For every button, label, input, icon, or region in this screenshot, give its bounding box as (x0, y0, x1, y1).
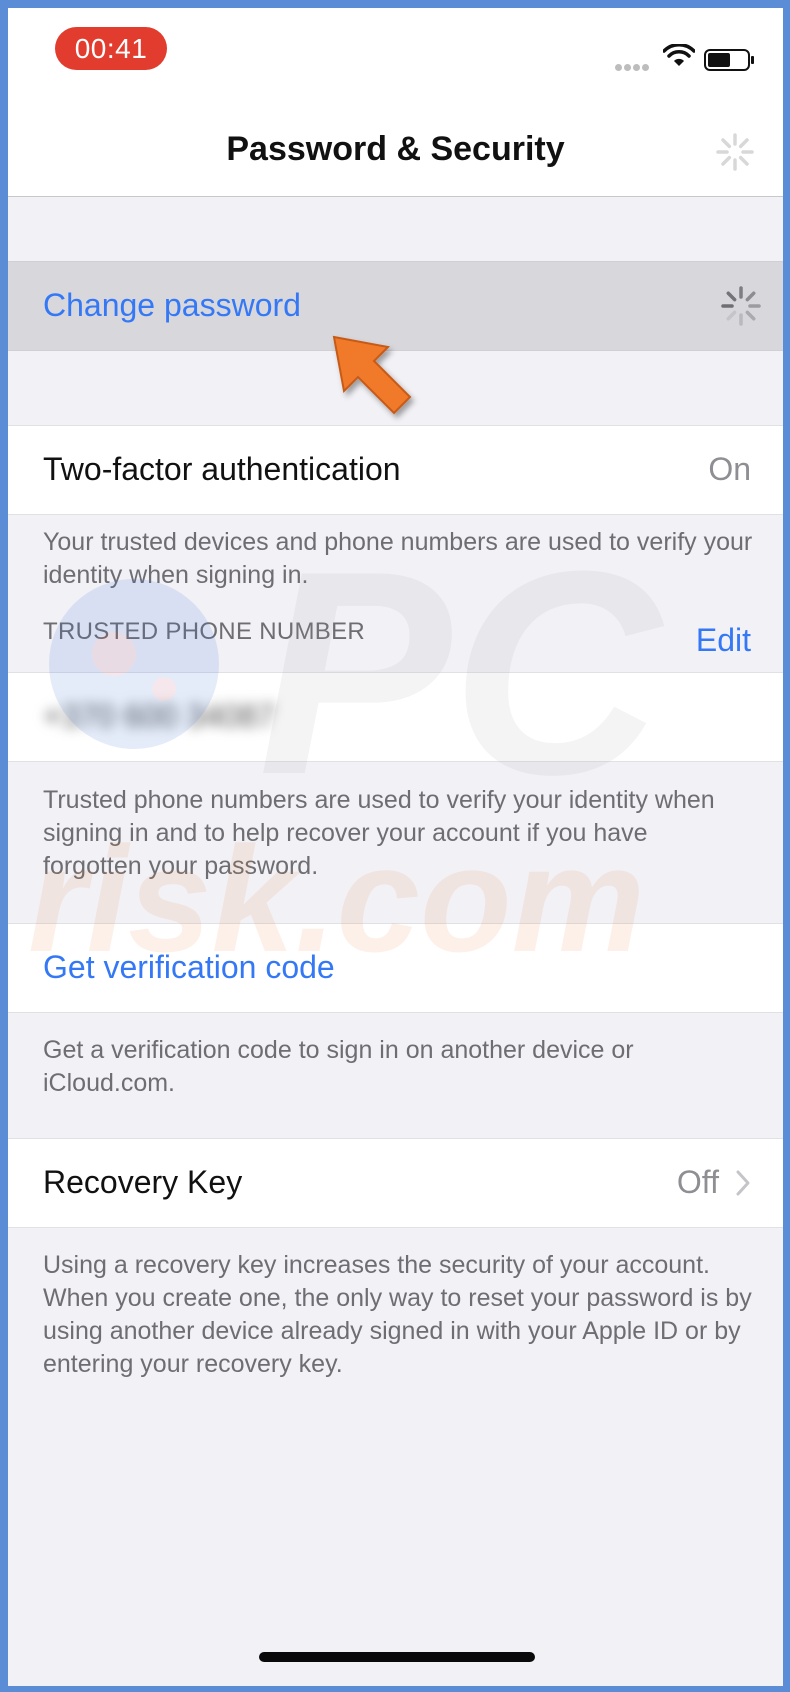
edit-button[interactable]: Edit (696, 622, 751, 659)
verification-description: Get a verification code to sign in on an… (43, 1036, 634, 1097)
recovery-key-status: Off (676, 1164, 719, 1200)
two-factor-cell[interactable]: Two-factor authentication On (8, 425, 783, 515)
two-factor-description: Your trusted devices and phone numbers a… (43, 528, 753, 589)
home-indicator[interactable] (259, 1652, 535, 1662)
navigation-bar: Password & Security (8, 108, 783, 197)
get-verification-code-label: Get verification code (43, 949, 335, 985)
status-bar: 00:41 (8, 8, 783, 108)
verification-code-cell[interactable]: Get verification code (8, 923, 783, 1013)
trusted-phone-description: Trusted phone numbers are used to verify… (43, 786, 715, 880)
loading-spinner-icon (721, 286, 761, 326)
phone-screen: 00:41 Password & Security Change passwor… (8, 8, 783, 1686)
two-factor-status: On (708, 451, 751, 487)
wifi-icon (663, 44, 695, 66)
page-title: Password & Security (226, 130, 565, 168)
trusted-phone-number: +370 600 34087 (43, 698, 276, 734)
chevron-right-icon (736, 1170, 750, 1196)
loading-spinner-icon (716, 133, 754, 171)
recovery-key-cell[interactable]: Recovery Key Off (8, 1138, 783, 1228)
two-factor-label: Two-factor authentication (43, 451, 401, 487)
status-time[interactable]: 00:41 (55, 27, 167, 70)
trusted-phone-cell[interactable]: +370 600 34087 (8, 672, 783, 762)
change-password-label: Change password (43, 287, 301, 323)
recovery-key-description: Using a recovery key increases the secur… (43, 1251, 752, 1378)
trusted-phone-header: TRUSTED PHONE NUMBER (43, 618, 366, 645)
recovery-key-label: Recovery Key (43, 1164, 243, 1200)
battery-icon (704, 49, 754, 71)
cellular-signal-icon (615, 58, 651, 76)
pointer-arrow-icon (332, 335, 412, 415)
